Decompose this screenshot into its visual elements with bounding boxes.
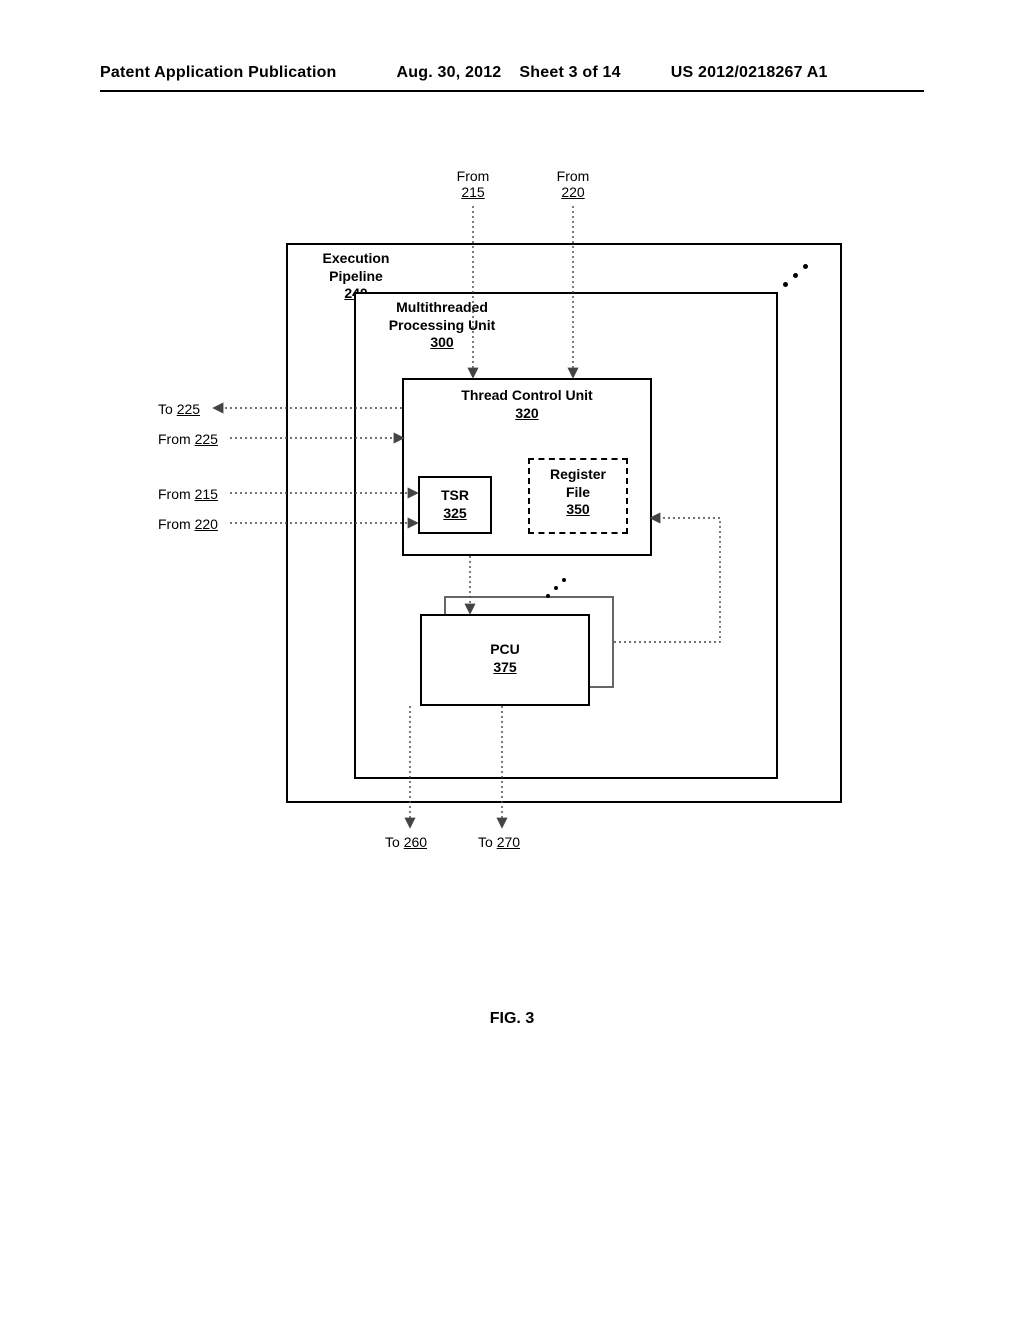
publication-date: Aug. 30, 2012 [397, 64, 502, 82]
header-rule [100, 90, 924, 92]
publication-label: Patent Application Publication [100, 64, 337, 82]
connectors [100, 168, 880, 868]
page-header: Patent Application Publication Aug. 30, … [100, 64, 924, 82]
sheet-indicator: Sheet 3 of 14 [519, 64, 620, 82]
publication-number: US 2012/0218267 A1 [671, 64, 828, 82]
diagram: From 215 From 220 Execution Pipeline 240… [100, 168, 880, 868]
figure-label: FIG. 3 [0, 1010, 1024, 1028]
